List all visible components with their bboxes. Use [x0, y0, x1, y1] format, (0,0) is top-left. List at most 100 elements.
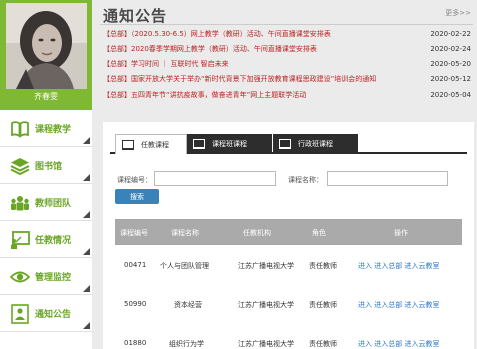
monitor-icon	[279, 139, 291, 149]
tab-teaching-courses[interactable]: 任教课程	[115, 134, 187, 154]
announcement-date: 2020-02-22	[430, 30, 471, 38]
cell-course-code: 01880	[124, 339, 147, 347]
course-panel: 任教课程 课程班课程 行政班课程 课程编号： 课程名称： 搜索 课程编号 课程名…	[103, 122, 474, 349]
course-table: 课程编号 课程名称 任教机构 角色 操作 00471 个人与团队管理 江苏广播电…	[115, 219, 462, 349]
announcement-tag: 【总部】	[103, 60, 131, 68]
header-course-name: 课程名称	[171, 229, 199, 237]
cell-actions: 进入 进入总部 进入云教室	[358, 300, 439, 310]
notice-icon	[11, 304, 29, 324]
table-header: 课程编号 课程名称 任教机构 角色 操作	[115, 219, 462, 245]
announcement-item[interactable]: 【总部】国家开放大学关于举办“新时代背景下加强开放教育课程思政建设”培训会的通知…	[103, 73, 471, 85]
announcement-link[interactable]: 2020春季学期网上教学（教研）活动、午间直播课堂安排表	[131, 45, 317, 53]
enter-hq-link[interactable]: 进入总部	[374, 262, 402, 270]
announcement-item[interactable]: 【总部】（2020.5.30-6.5）网上教学（教研）活动、午间直播课堂安排表 …	[103, 28, 471, 40]
corner-triangle-icon	[83, 248, 90, 255]
divider	[100, 24, 473, 25]
corner-triangle-icon	[83, 174, 90, 181]
cell-organization: 江苏广播电视大学	[238, 301, 294, 309]
corner-triangle-icon	[83, 285, 90, 292]
announcement-link[interactable]: 国家开放大学关于举办“新时代背景下加强开放教育课程思政建设”培训会的通知	[131, 75, 376, 83]
layers-icon	[10, 158, 30, 176]
monitor-icon	[193, 139, 205, 149]
course-name-label: 课程名称：	[288, 176, 323, 184]
sidebar-item-label: 图书馆	[35, 162, 63, 172]
announcement-date: 2020-05-20	[430, 60, 471, 68]
sidebar: 齐春雯 课程教学 图书馆 教师团队 任教情况 管理监控 通知公告	[0, 0, 92, 349]
course-code-label: 课程编号：	[117, 176, 152, 184]
cell-course-code: 00471	[124, 261, 147, 269]
sidebar-item-label: 教师团队	[35, 199, 72, 209]
header-actions: 操作	[394, 229, 408, 237]
table-row: 01880 组织行为学 江苏广播电视大学 责任教师 进入 进入总部 进入云教室	[115, 323, 462, 349]
enter-link[interactable]: 进入	[358, 301, 372, 309]
announcement-title: 通知公告	[103, 7, 168, 25]
announcement-tag: 【总部】	[103, 45, 131, 53]
cell-course-code: 50990	[124, 300, 147, 308]
table-row: 00471 个人与团队管理 江苏广播电视大学 责任教师 进入 进入总部 进入云教…	[115, 245, 462, 284]
announcement-item[interactable]: 【总部】五四青年节“讲抗疫故事，做奋进青年”网上主题联学活动 2020-05-0…	[103, 89, 471, 101]
sidebar-item-label: 课程教学	[35, 125, 72, 135]
enter-cloud-classroom-link[interactable]: 进入云教室	[404, 301, 439, 309]
enter-hq-link[interactable]: 进入总部	[374, 340, 402, 348]
cell-role: 责任教师	[309, 340, 337, 348]
sidebar-item-label: 管理监控	[35, 273, 72, 283]
sidebar-item-library[interactable]: 图书馆	[0, 147, 92, 184]
announcement-date: 2020-05-12	[430, 75, 471, 83]
announcement-link[interactable]: 五四青年节“讲抗疫故事，做奋进青年”网上主题联学活动	[131, 91, 306, 99]
announcement-tag: 【总部】	[103, 75, 131, 83]
enter-cloud-classroom-link[interactable]: 进入云教室	[404, 262, 439, 270]
announcement-tag: 【总部】	[103, 30, 131, 38]
announcement-panel: 通知公告 更多>> 【总部】（2020.5.30-6.5）网上教学（教研）活动、…	[92, 0, 477, 110]
tab-label: 行政班课程	[298, 140, 333, 148]
avatar	[6, 3, 87, 89]
tab-label: 课程班课程	[212, 140, 247, 148]
user-profile: 齐春雯	[0, 0, 92, 110]
sidebar-item-notice[interactable]: 通知公告	[0, 295, 92, 332]
header-organization: 任教机构	[243, 229, 271, 237]
table-row: 50990 资本经营 江苏广播电视大学 责任教师 进入 进入总部 进入云教室	[115, 284, 462, 323]
announcement-link[interactable]: 学习时间 ｜ 互联时代 智启未来	[131, 60, 229, 68]
cell-role: 责任教师	[309, 301, 337, 309]
user-name: 齐春雯	[34, 92, 58, 101]
corner-triangle-icon	[83, 211, 90, 218]
enter-hq-link[interactable]: 进入总部	[374, 301, 402, 309]
corner-triangle-icon	[83, 137, 90, 144]
enter-link[interactable]: 进入	[358, 262, 372, 270]
sidebar-item-course-teaching[interactable]: 课程教学	[0, 110, 92, 147]
announcement-date: 2020-02-24	[430, 45, 471, 53]
sidebar-item-label: 任教情况	[35, 236, 72, 246]
tab-label: 任教课程	[141, 141, 169, 149]
tab-admin-class-courses[interactable]: 行政班课程	[273, 134, 358, 154]
cell-role: 责任教师	[309, 262, 337, 270]
announcement-tag: 【总部】	[103, 91, 131, 99]
course-code-input[interactable]	[154, 171, 276, 186]
search-button[interactable]: 搜索	[115, 189, 159, 204]
sidebar-item-label: 通知公告	[35, 310, 72, 320]
sidebar-item-teacher-team[interactable]: 教师团队	[0, 184, 92, 221]
sidebar-item-management-monitor[interactable]: 管理监控	[0, 258, 92, 295]
cell-actions: 进入 进入总部 进入云教室	[358, 339, 439, 349]
more-link[interactable]: 更多>>	[445, 8, 471, 18]
cell-course-name: 组织行为学	[169, 340, 204, 348]
header-role: 角色	[312, 229, 326, 237]
chalkboard-icon	[11, 231, 30, 249]
tab-bar: 任教课程 课程班课程 行政班课程	[110, 134, 467, 154]
course-name-input[interactable]	[327, 171, 448, 186]
cell-course-name: 资本经营	[174, 301, 202, 309]
sidebar-item-teaching-status[interactable]: 任教情况	[0, 221, 92, 258]
eye-icon	[10, 271, 30, 283]
cell-course-name: 个人与团队管理	[160, 262, 209, 270]
book-icon	[11, 121, 29, 138]
team-icon	[11, 196, 29, 211]
cell-organization: 江苏广播电视大学	[238, 262, 294, 270]
cell-actions: 进入 进入总部 进入云教室	[358, 261, 439, 271]
enter-cloud-classroom-link[interactable]: 进入云教室	[404, 340, 439, 348]
tab-class-courses[interactable]: 课程班课程	[187, 134, 272, 154]
enter-link[interactable]: 进入	[358, 340, 372, 348]
monitor-icon	[122, 140, 134, 150]
announcement-item[interactable]: 【总部】2020春季学期网上教学（教研）活动、午间直播课堂安排表 2020-02…	[103, 43, 471, 55]
announcement-item[interactable]: 【总部】学习时间 ｜ 互联时代 智启未来 2020-05-20	[103, 58, 471, 70]
cell-organization: 江苏广播电视大学	[238, 340, 294, 348]
corner-triangle-icon	[83, 322, 90, 329]
announcement-link[interactable]: （2020.5.30-6.5）网上教学（教研）活动、午间直播课堂安排表	[131, 30, 331, 38]
